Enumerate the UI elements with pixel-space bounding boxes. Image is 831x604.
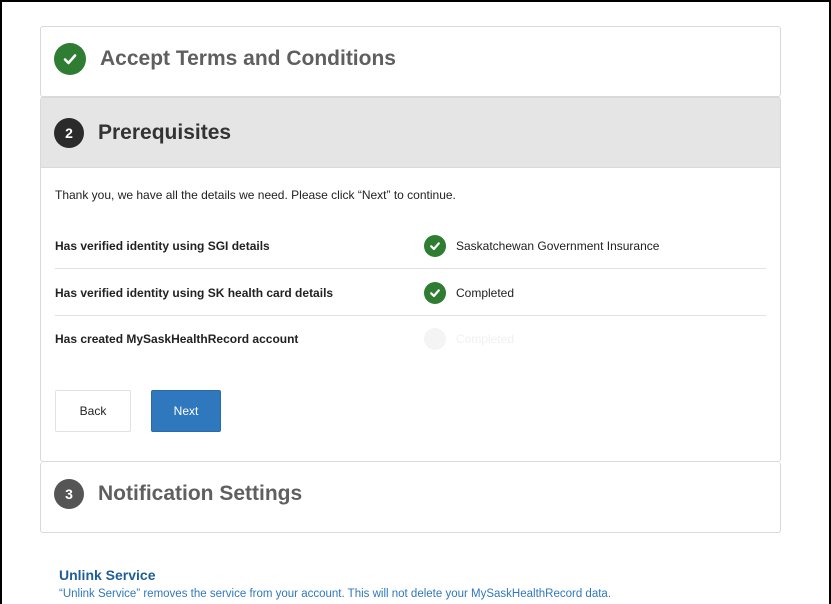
back-button[interactable]: Back bbox=[55, 390, 131, 432]
check-circle-icon bbox=[424, 281, 446, 304]
unlink-service-link[interactable]: Unlink Service bbox=[59, 567, 156, 583]
step-accept-terms[interactable]: Accept Terms and Conditions bbox=[40, 26, 781, 97]
prerequisite-row: Has created MySaskHealthRecord account C… bbox=[55, 316, 766, 362]
prerequisite-value: Completed bbox=[456, 285, 515, 300]
prerequisite-value: Completed bbox=[456, 332, 515, 346]
prerequisite-status: Saskatchewan Government Insurance bbox=[424, 234, 660, 257]
prerequisite-label: Has verified identity using SGI details bbox=[55, 238, 270, 253]
prerequisite-row: Has verified identity using SGI details … bbox=[55, 223, 766, 269]
step-title: Prerequisites bbox=[98, 120, 232, 144]
unlink-service-description: “Unlink Service” removes the service fro… bbox=[59, 588, 612, 600]
check-circle-icon bbox=[54, 43, 86, 75]
step-number-badge: 3 bbox=[54, 479, 84, 509]
step-header: Accept Terms and Conditions bbox=[41, 27, 780, 91]
prerequisite-row: Has verified identity using SK health ca… bbox=[55, 270, 766, 316]
next-button[interactable]: Next bbox=[151, 390, 221, 432]
page-frame: Accept Terms and Conditions 2 Prerequisi… bbox=[0, 0, 831, 604]
check-circle-icon bbox=[424, 328, 446, 350]
step-header[interactable]: 2 Prerequisites bbox=[41, 97, 780, 168]
prerequisite-label: Has created MySaskHealthRecord account bbox=[55, 332, 299, 346]
step-notification-settings[interactable]: 3 Notification Settings bbox=[40, 462, 781, 533]
check-circle-icon bbox=[424, 234, 446, 257]
prerequisite-value: Saskatchewan Government Insurance bbox=[456, 238, 660, 253]
step-title: Accept Terms and Conditions bbox=[100, 47, 396, 70]
prerequisite-status: Completed bbox=[424, 328, 514, 350]
step-header: 3 Notification Settings bbox=[41, 462, 780, 526]
prerequisites-intro: Thank you, we have all the details we ne… bbox=[55, 188, 456, 202]
prerequisite-label: Has verified identity using SK health ca… bbox=[55, 285, 334, 300]
step-title: Notification Settings bbox=[98, 482, 303, 505]
prerequisite-status: Completed bbox=[424, 281, 515, 304]
step-prerequisites: 2 Prerequisites Thank you, we have all t… bbox=[40, 97, 781, 462]
step-number-badge: 2 bbox=[54, 117, 84, 148]
